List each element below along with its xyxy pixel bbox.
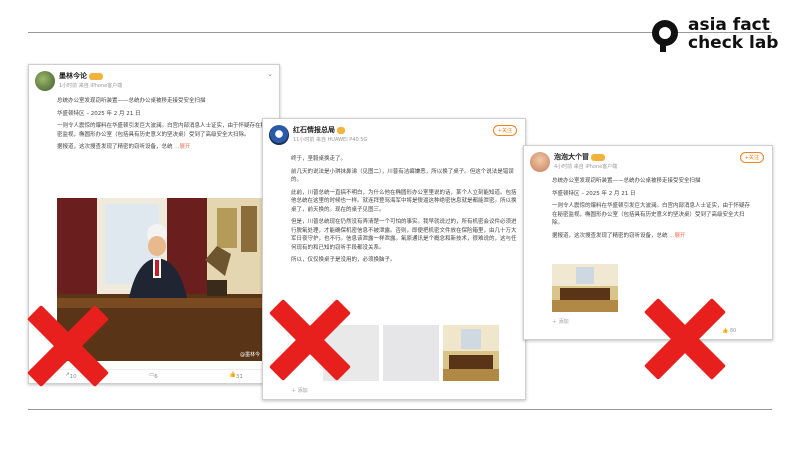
post-line: 据报道，这次搜查发现了精密的窃听设备，总统 ...展开 [57, 143, 271, 152]
post-line: 总统办公室发现窃听装置——总统办公桌被移走接受安全扫描 [57, 98, 206, 104]
post-line: 终于，坚毅桌换走了。 [291, 156, 347, 162]
expand-link[interactable]: ...展开 [669, 233, 685, 239]
post-line: 此前，川普总统一直搞不明白，为什么他在椭圆形办公室里说的话，某个人立刻能知道。包… [291, 189, 517, 213]
oval-office-thumb [552, 264, 618, 312]
post-line: 所以，仅仅换桌子是没用的，必须换脑子。 [291, 257, 396, 263]
post-meta: 4小时前 来自 iPhone客户端 [554, 164, 618, 170]
post-line: 一则令人震惊的爆料在华盛顿引发巨大波澜。白宫内部消息人士证实，由于怀疑存在秘密监… [57, 123, 267, 138]
add-tag-label: 添加 [297, 388, 308, 394]
false-claim-x-icon [28, 306, 108, 386]
bottom-rule [28, 409, 772, 410]
post-body: 终于，坚毅桌换走了。 前几天的说法是小琪抹鼻涕（见图二），川普有洁癖嫌恶，所以换… [291, 155, 519, 269]
post-image-3[interactable] [443, 325, 499, 381]
logo-line2: check lab [688, 33, 779, 53]
vip-badge [591, 153, 605, 161]
post-body: 总统办公室发现窃听装置——总统办公桌被移走接受安全扫描 华盛顿特区 – 2025… [57, 97, 271, 156]
post-line-text: 据报道，这次搜查发现了精密的窃听设备，总统 [57, 144, 173, 150]
oval-office-thumb [443, 325, 499, 381]
post-line: 据报道，这次搜查发现了精密的窃听设备，总统 ...展开 [552, 232, 752, 241]
like-count: 80 [729, 328, 737, 334]
add-tag-label: 添加 [558, 319, 569, 325]
post-line: 前几天的说法是小琪抹鼻涕（见图二），川普有洁癖嫌恶，所以换了桌子。但这个说法是错… [291, 168, 514, 184]
photo-watermark: @墨林今 [239, 352, 260, 358]
asia-fact-check-lab-logo: asia fact check lab [648, 14, 788, 54]
post-image-2[interactable] [383, 325, 439, 381]
post-meta: 11小时前 来自 HUAWEI P40 5G [293, 137, 368, 143]
username[interactable]: 红石情报总局 [293, 125, 345, 135]
username[interactable]: 墨林今论 [59, 71, 103, 81]
post-image[interactable] [552, 264, 618, 312]
avatar[interactable] [269, 125, 289, 145]
chevron-down-icon[interactable]: ⌄ [267, 70, 273, 78]
post-line: 但是，川普总统现在仍然没有弄清楚一个可怕的事实。我早就说过的，所有机密会议件必须… [291, 219, 517, 251]
post-body: 总统办公室发现窃听装置——总统办公桌被移走接受安全扫描 华盛顿特区 – 2025… [552, 177, 752, 244]
post-line: 总统办公室发现窃听装置——总统办公桌被移走接受安全扫描 [552, 178, 701, 184]
post-line: 华盛顿特区 – 2025 年 2 月 21 日 [57, 110, 141, 117]
like-button[interactable]: 👍 31 [229, 372, 243, 380]
logo-line1: asia fact [688, 15, 770, 35]
false-claim-x-icon [270, 300, 350, 380]
post-meta: 1小时前 来自 iPhone客户端 [59, 83, 123, 89]
post-line-text: 据报道，这次搜查发现了精密的窃听设备，总统 [552, 232, 668, 239]
avatar[interactable] [35, 71, 55, 91]
post-line: 一则令人震惊的爆料在华盛顿引发巨大波澜。白宫内部消息人士证实，由于怀疑存在秘密监… [552, 203, 751, 226]
comment-count: 6 [154, 374, 158, 380]
magnifier-logo-icon [652, 20, 678, 52]
username-text: 泡泡大个冒 [554, 153, 589, 161]
expand-link[interactable]: ...展开 [174, 144, 190, 150]
follow-button[interactable]: +关注 [492, 125, 517, 136]
add-tag[interactable]: ＋ 添加 [291, 387, 308, 394]
username[interactable]: 泡泡大个冒 [554, 152, 605, 162]
avatar[interactable] [530, 152, 550, 172]
comment-button[interactable]: ▭ 6 [149, 372, 158, 380]
vip-badge [337, 126, 345, 134]
post-line: 华盛顿特区 – 2025 年 2 月 21 日 [552, 190, 636, 197]
follow-button[interactable]: +关注 [739, 152, 764, 163]
false-claim-x-icon [645, 299, 725, 379]
like-count: 31 [235, 374, 243, 380]
logo-text: asia fact check lab [688, 16, 778, 52]
post-header: 红石情报总局 11小时前 来自 HUAWEI P40 5G +关注 [263, 119, 525, 155]
vip-badge [89, 72, 103, 80]
post-header: 墨林今论 1小时前 来自 iPhone客户端 ⌄ [29, 65, 279, 101]
username-text: 墨林今论 [59, 72, 87, 80]
username-text: 红石情报总局 [293, 126, 335, 134]
add-tag[interactable]: ＋ 添加 [552, 318, 569, 325]
